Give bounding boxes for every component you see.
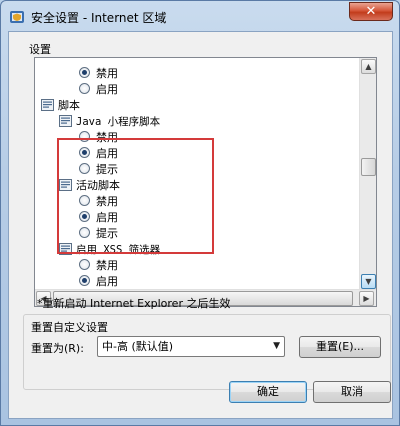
reset-group-label: 重置自定义设置 (31, 321, 108, 334)
tree-item[interactable]: 禁用 (79, 258, 118, 274)
ok-button[interactable]: 确定 (229, 381, 307, 403)
tree-subcategory: 启用 XSS 筛选器 (59, 242, 160, 258)
tree-item[interactable]: 启用 (79, 274, 118, 290)
dropdown-value: 中-高 (默认值) (102, 340, 174, 353)
tree-item[interactable]: 提示 (79, 162, 118, 178)
arrow-right-icon: ▶ (363, 294, 370, 303)
tree-item-label: 提示 (96, 227, 118, 240)
settings-tree[interactable]: 禁用 启用 脚本 Java 小程序脚本 禁用 启用 提示 活动脚本 禁用 启用 … (34, 57, 377, 307)
radio-button[interactable] (79, 67, 90, 78)
radio-button[interactable] (79, 227, 90, 238)
vertical-scrollbar[interactable]: ▲ ▼ (359, 58, 376, 291)
settings-category-icon (59, 243, 72, 255)
settings-label: 设置 (29, 43, 51, 56)
close-icon: ✕ (365, 4, 377, 19)
tree-category: 脚本 (41, 98, 80, 114)
vertical-scroll-thumb[interactable] (361, 158, 376, 176)
title-bar[interactable]: 安全设置 - Internet 区域 ✕ (1, 1, 399, 31)
restart-note: *重新启动 Internet Explorer 之后生效 (37, 297, 231, 310)
tree-item-label: 启用 (96, 211, 118, 224)
cancel-button[interactable]: 取消 (313, 381, 391, 403)
radio-button[interactable] (79, 163, 90, 174)
tree-item[interactable]: 启用 (79, 82, 118, 98)
scroll-down-button[interactable]: ▼ (361, 274, 376, 289)
tree-item-label: 提示 (96, 163, 118, 176)
settings-category-icon (59, 179, 72, 191)
scroll-up-button[interactable]: ▲ (361, 59, 376, 74)
settings-category-icon (41, 99, 54, 111)
tree-item[interactable]: 禁用 (79, 130, 118, 146)
tree-item[interactable]: 禁用 (79, 194, 118, 210)
tree-subcategory-label: 启用 XSS 筛选器 (76, 244, 161, 256)
security-settings-window: 安全设置 - Internet 区域 ✕ 设置 禁用 启用 脚本 Java 小程… (0, 0, 400, 426)
arrow-up-icon: ▲ (365, 62, 372, 71)
reset-level-dropdown[interactable]: 中-高 (默认值) ▼ (97, 336, 285, 357)
radio-button[interactable] (79, 147, 90, 158)
radio-button[interactable] (79, 195, 90, 206)
reset-to-label: 重置为(R): (31, 342, 84, 355)
dialog-body: 设置 禁用 启用 脚本 Java 小程序脚本 禁用 启用 提示 活动脚本 禁用 … (8, 31, 393, 419)
dropdown-arrow-icon: ▼ (273, 341, 280, 351)
radio-button[interactable] (79, 211, 90, 222)
settings-category-icon (59, 115, 72, 127)
tree-subcategory: 活动脚本 (59, 178, 120, 194)
tree-item-label: 启用 (96, 83, 118, 96)
tree-item-label: 禁用 (96, 195, 118, 208)
tree-subcategory: Java 小程序脚本 (59, 114, 160, 130)
tree-item[interactable]: 启用 (79, 146, 118, 162)
window-title: 安全设置 - Internet 区域 (31, 11, 167, 25)
tree-subcategory-label: Java 小程序脚本 (76, 116, 161, 128)
radio-button[interactable] (79, 275, 90, 286)
radio-button[interactable] (79, 83, 90, 94)
tree-item[interactable]: 启用 (79, 210, 118, 226)
tree-item-label: 禁用 (96, 131, 118, 144)
tree-item-label: 启用 (96, 147, 118, 160)
tree-item[interactable]: 禁用 (79, 66, 118, 82)
tree-category-label: 脚本 (58, 99, 80, 112)
tree-item-label: 启用 (96, 275, 118, 288)
radio-button[interactable] (79, 259, 90, 270)
tree-item[interactable]: 提示 (79, 226, 118, 242)
radio-button[interactable] (79, 131, 90, 142)
scroll-right-button[interactable]: ▶ (359, 291, 374, 306)
arrow-down-icon: ▼ (365, 277, 372, 286)
tree-item-label: 禁用 (96, 67, 118, 80)
tree-subcategory-label: 活动脚本 (76, 179, 120, 192)
tree-item-label: 禁用 (96, 259, 118, 272)
reset-button[interactable]: 重置(E)... (299, 336, 381, 358)
close-button[interactable]: ✕ (349, 2, 393, 21)
security-shield-icon (10, 11, 24, 23)
